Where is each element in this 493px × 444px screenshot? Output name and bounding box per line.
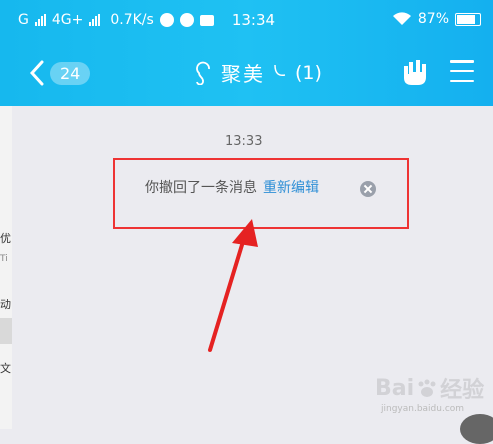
carrier-label: G [18,12,29,28]
bg-selected-row [0,318,12,344]
chat-title[interactable]: 聚美 (1) [195,58,322,87]
menu-icon[interactable] [450,60,474,82]
network-label: 4G+ [51,12,84,28]
chat-title-text: 聚美 [221,62,265,86]
signal-icon [34,14,46,26]
annotation-arrow-icon [208,219,258,352]
title-emoji-icon [274,64,286,76]
signal-icon [89,14,101,26]
unread-count-badge: 24 [50,61,91,85]
hand-gesture-icon[interactable] [400,56,430,88]
status-bar: G 4G+ 0.7K/s 13:34 87% [0,0,493,40]
chevron-left-icon [30,60,44,86]
bg-text: Ti [0,254,8,264]
bg-text: 优 [0,232,11,245]
ear-icon [196,61,210,85]
clock: 13:34 [231,11,276,29]
battery-level: 87% [417,11,449,27]
back-button[interactable]: 24 [30,56,100,90]
watermark-brand: Bai [375,375,415,401]
wechat-icon [159,13,174,27]
wifi-icon [392,12,411,25]
net-speed: 0.7K/s [110,12,154,28]
watermark-brand2: 经验 [440,378,485,403]
message-timestamp: 13:33 [225,134,263,149]
watermark-url: jingyan.baidu.com [381,404,465,414]
bg-text: 文 [0,362,11,375]
app-header: G 4G+ 0.7K/s 13:34 87% 24 聚美 (1) [0,0,493,106]
notification-icon [179,13,194,27]
bg-text: 动 [0,298,11,311]
mail-icon [199,14,214,26]
battery-icon [455,12,481,26]
member-count: (1) [295,61,322,84]
watermark: Bai 经验 jingyan.baidu.com [375,372,493,429]
nav-bar: 24 聚美 (1) [0,40,493,106]
paw-icon [418,379,436,397]
